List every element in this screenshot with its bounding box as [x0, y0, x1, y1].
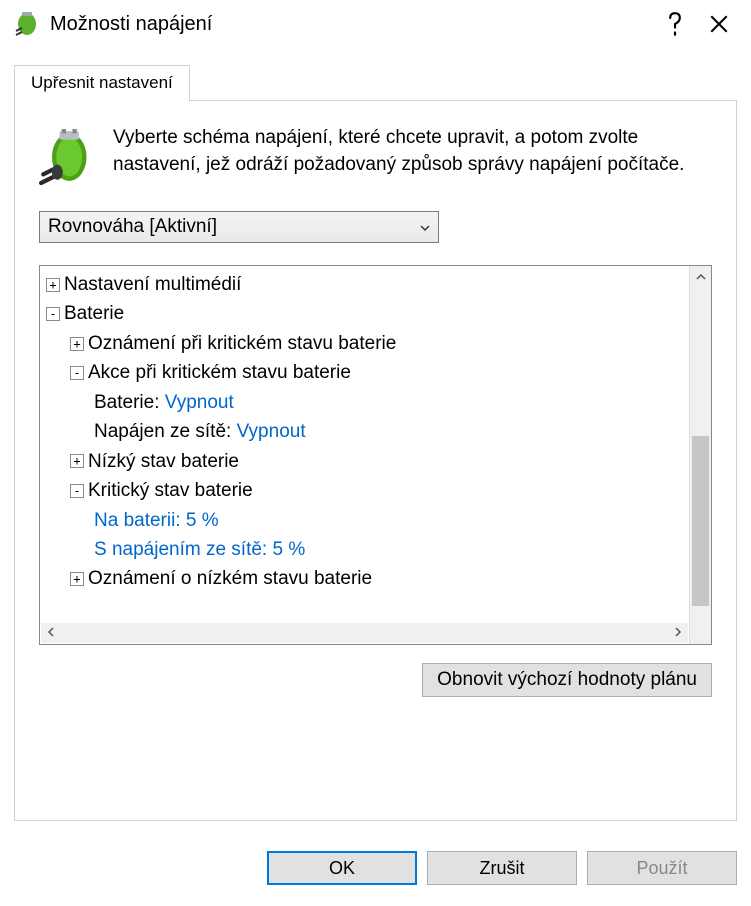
collapse-icon[interactable]: -: [46, 307, 60, 321]
tree-label: Oznámení při kritickém stavu baterie: [88, 329, 396, 358]
scrollbar-thumb[interactable]: [692, 436, 709, 606]
expand-icon[interactable]: +: [70, 337, 84, 351]
collapse-icon[interactable]: -: [70, 484, 84, 498]
expand-icon[interactable]: +: [46, 278, 60, 292]
window-title: Možnosti napájení: [50, 13, 653, 36]
tree-value-critical-action-plugged[interactable]: Napájen ze sítě: Vypnout: [42, 417, 687, 446]
setting-value[interactable]: Vypnout: [237, 417, 306, 446]
tree-label: Akce při kritickém stavu baterie: [88, 358, 351, 387]
tree-label: Nastavení multimédií: [64, 270, 241, 299]
expand-icon[interactable]: +: [70, 454, 84, 468]
tree-label: Nízký stav baterie: [88, 447, 239, 476]
restore-defaults-button[interactable]: Obnovit výchozí hodnoty plánu: [422, 663, 712, 697]
tab-strip: Upřesnit nastavení: [0, 44, 751, 101]
tree-value-critical-level-plugged[interactable]: S napájením ze sítě: 5 %: [42, 535, 687, 564]
settings-tree: + Nastavení multimédií - Baterie + Oznám…: [39, 265, 712, 645]
tree-item-low-level[interactable]: + Nízký stav baterie: [42, 447, 687, 476]
battery-plug-icon: [14, 11, 40, 37]
tree-value-critical-action-battery[interactable]: Baterie: Vypnout: [42, 388, 687, 417]
setting-label: Napájen ze sítě:: [94, 417, 231, 446]
scroll-left-icon[interactable]: [47, 624, 55, 643]
dialog-footer: OK Zrušit Použít: [0, 835, 751, 885]
expand-icon[interactable]: +: [70, 572, 84, 586]
tab-panel: Vyberte schéma napájení, které chcete up…: [14, 101, 737, 821]
tree-item-critical-action[interactable]: - Akce při kritickém stavu baterie: [42, 358, 687, 387]
tree-item-critical-level[interactable]: - Kritický stav baterie: [42, 476, 687, 505]
scroll-right-icon[interactable]: [674, 624, 682, 643]
close-button[interactable]: [697, 8, 741, 40]
setting-value[interactable]: Vypnout: [165, 388, 234, 417]
setting-value[interactable]: S napájením ze sítě: 5 %: [94, 535, 305, 564]
tree-item-critical-notification[interactable]: + Oznámení při kritickém stavu baterie: [42, 329, 687, 358]
battery-plug-large-icon: [39, 129, 93, 187]
setting-label: Baterie:: [94, 388, 159, 417]
power-plan-selected: Rovnováha [Aktivní]: [48, 216, 217, 238]
tree-label: Baterie: [64, 299, 124, 328]
titlebar: Možnosti napájení: [0, 0, 751, 44]
power-plan-select[interactable]: Rovnováha [Aktivní]: [39, 211, 439, 243]
tab-advanced-settings[interactable]: Upřesnit nastavení: [14, 65, 190, 101]
horizontal-scrollbar[interactable]: [41, 623, 688, 643]
tree-value-critical-level-battery[interactable]: Na baterii: 5 %: [42, 506, 687, 535]
collapse-icon[interactable]: -: [70, 366, 84, 380]
ok-button[interactable]: OK: [267, 851, 417, 885]
description-text: Vyberte schéma napájení, které chcete up…: [113, 125, 712, 178]
help-button[interactable]: [653, 8, 697, 40]
scroll-up-icon[interactable]: [690, 270, 711, 284]
tree-item-low-notification[interactable]: + Oznámení o nízkém stavu baterie: [42, 564, 687, 593]
cancel-button[interactable]: Zrušit: [427, 851, 577, 885]
apply-button[interactable]: Použít: [587, 851, 737, 885]
tree-label: Oznámení o nízkém stavu baterie: [88, 564, 372, 593]
setting-value[interactable]: Na baterii: 5 %: [94, 506, 219, 535]
tree-item-multimedia[interactable]: + Nastavení multimédií: [42, 270, 687, 299]
tree-item-battery[interactable]: - Baterie: [42, 299, 687, 328]
chevron-down-icon: [420, 220, 430, 234]
vertical-scrollbar[interactable]: [689, 266, 711, 644]
tree-label: Kritický stav baterie: [88, 476, 253, 505]
